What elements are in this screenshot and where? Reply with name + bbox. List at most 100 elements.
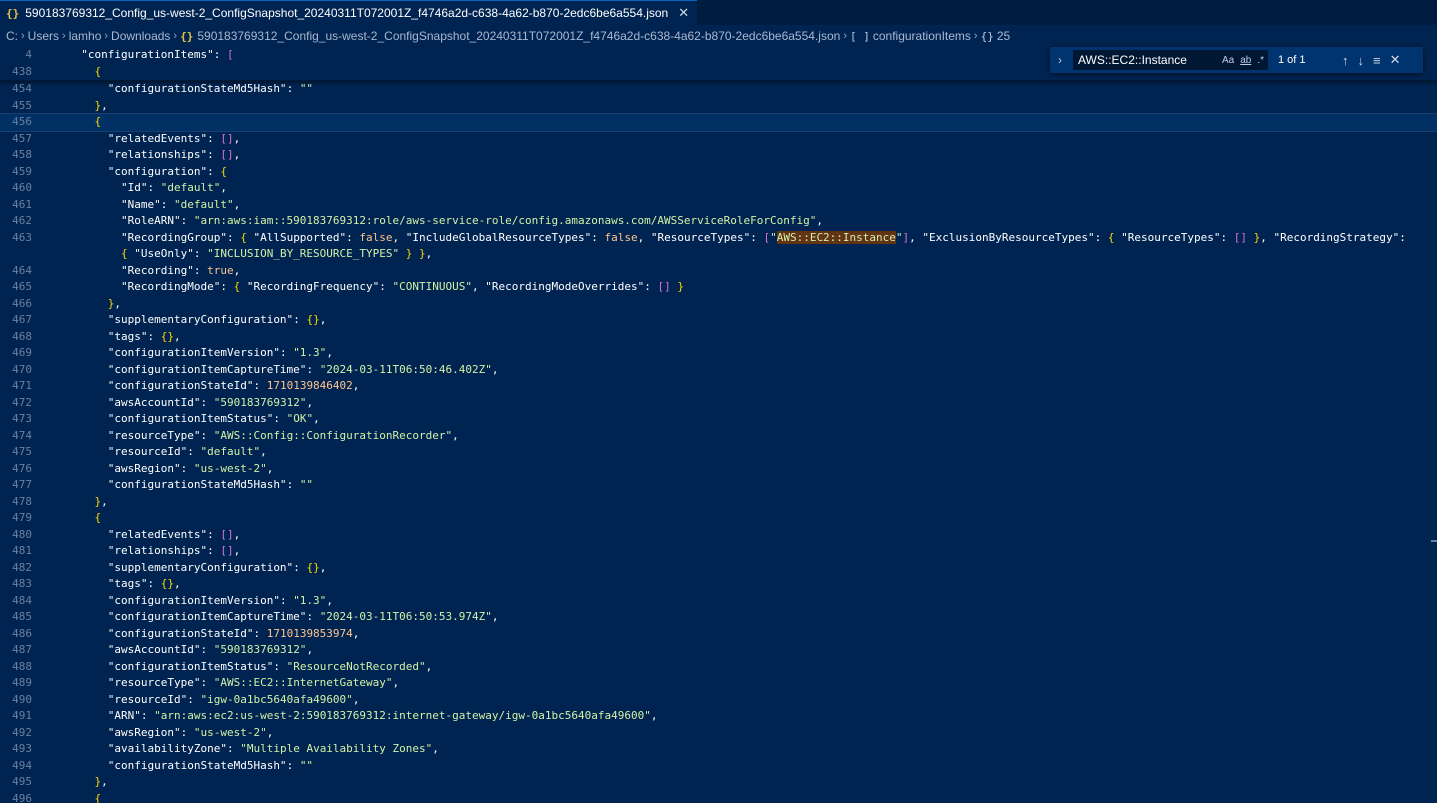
code-text[interactable]: }, (68, 494, 108, 511)
code-text[interactable]: "configurationItemStatus": "ResourceNotR… (68, 659, 433, 676)
code-line[interactable]: 459 "configuration": { (0, 164, 1437, 181)
code-line[interactable]: 480 "relatedEvents": [], (0, 527, 1437, 544)
code-line[interactable]: 469 "configurationItemVersion": "1.3", (0, 345, 1437, 362)
code-line[interactable]: 467 "supplementaryConfiguration": {}, (0, 312, 1437, 329)
tab-title[interactable]: 590183769312_Config_us-west-2_ConfigSnap… (25, 6, 668, 20)
code-text[interactable]: "configurationItemVersion": "1.3", (68, 345, 333, 362)
next-match-icon[interactable]: ↓ (1358, 53, 1365, 68)
code-text[interactable]: { "UseOnly": "INCLUSION_BY_RESOURCE_TYPE… (68, 246, 432, 263)
code-text[interactable]: "supplementaryConfiguration": {}, (68, 560, 327, 577)
code-line[interactable]: 493 "availabilityZone": "Multiple Availa… (0, 741, 1437, 758)
code-text[interactable]: "resourceId": "default", (68, 444, 267, 461)
editor-tab[interactable]: {} 590183769312_Config_us-west-2_ConfigS… (0, 0, 698, 25)
code-text[interactable]: "relatedEvents": [], (68, 131, 240, 148)
code-line[interactable]: 475 "resourceId": "default", (0, 444, 1437, 461)
find-input[interactable]: AWS::EC2::Instance Aa ab .* (1073, 50, 1268, 70)
code-line[interactable]: 455 }, (0, 98, 1437, 115)
code-text[interactable]: { (68, 64, 102, 81)
code-text[interactable]: "resourceType": "AWS::Config::Configurat… (68, 428, 459, 445)
code-line[interactable]: 484 "configurationItemVersion": "1.3", (0, 593, 1437, 610)
previous-match-icon[interactable]: ↑ (1342, 53, 1349, 68)
code-text[interactable]: "relatedEvents": [], (68, 527, 240, 544)
code-line[interactable]: 465 "RecordingMode": { "RecordingFrequen… (0, 279, 1437, 296)
code-line[interactable]: 487 "awsAccountId": "590183769312", (0, 642, 1437, 659)
breadcrumb-item-downloads[interactable]: Downloads (111, 29, 170, 43)
code-line[interactable]: 496 { (0, 791, 1437, 803)
code-text[interactable]: "configurationItemCaptureTime": "2024-03… (68, 362, 499, 379)
code-text[interactable]: { (68, 114, 102, 131)
code-text[interactable]: "Id": "default", (68, 180, 227, 197)
code-line[interactable]: 490 "resourceId": "igw-0a1bc5640afa49600… (0, 692, 1437, 709)
code-line[interactable]: 492 "awsRegion": "us-west-2", (0, 725, 1437, 742)
code-text[interactable]: "configurationItems": [ (68, 47, 233, 64)
code-text[interactable]: "tags": {}, (68, 329, 181, 346)
code-text[interactable]: { (68, 791, 102, 803)
code-text[interactable]: "supplementaryConfiguration": {}, (68, 312, 327, 329)
code-text[interactable]: "configurationItemStatus": "OK", (68, 411, 320, 428)
code-text[interactable]: "configurationItemVersion": "1.3", (68, 593, 333, 610)
code-line[interactable]: 454 "configurationStateMd5Hash": "" (0, 81, 1437, 98)
code-line[interactable]: 461 "Name": "default", (0, 197, 1437, 214)
code-line[interactable]: 479 { (0, 510, 1437, 527)
whole-word-icon[interactable]: ab (1240, 55, 1251, 66)
code-line[interactable]: 476 "awsRegion": "us-west-2", (0, 461, 1437, 478)
code-line[interactable]: 472 "awsAccountId": "590183769312", (0, 395, 1437, 412)
code-line[interactable]: 474 "resourceType": "AWS::Config::Config… (0, 428, 1437, 445)
code-text[interactable]: "relationships": [], (68, 543, 240, 560)
breadcrumb-item-file[interactable]: 590183769312_Config_us-west-2_ConfigSnap… (197, 29, 840, 43)
code-text[interactable]: "RoleARN": "arn:aws:iam::590183769312:ro… (68, 213, 823, 230)
code-text[interactable]: "awsRegion": "us-west-2", (68, 725, 274, 742)
code-text[interactable]: "ARN": "arn:aws:ec2:us-west-2:5901837693… (68, 708, 658, 725)
code-text[interactable]: "awsAccountId": "590183769312", (68, 642, 313, 659)
find-query[interactable]: AWS::EC2::Instance (1078, 53, 1187, 67)
code-line[interactable]: 485 "configurationItemCaptureTime": "202… (0, 609, 1437, 626)
toggle-replace-icon[interactable]: › (1053, 53, 1067, 67)
code-text[interactable]: "configurationStateId": 1710139846402, (68, 378, 360, 395)
code-line[interactable]: 477 "configurationStateMd5Hash": "" (0, 477, 1437, 494)
close-icon[interactable]: ✕ (1390, 52, 1401, 68)
code-line[interactable]: 466 }, (0, 296, 1437, 313)
code-text[interactable]: { (68, 510, 102, 527)
code-text[interactable]: "awsAccountId": "590183769312", (68, 395, 313, 412)
code-line[interactable]: 495 }, (0, 774, 1437, 791)
code-line[interactable]: 478 }, (0, 494, 1437, 511)
regex-icon[interactable]: .* (1257, 55, 1264, 66)
code-line[interactable]: 457 "relatedEvents": [], (0, 131, 1437, 148)
code-text[interactable]: "Recording": true, (68, 263, 240, 280)
code-text[interactable]: "RecordingGroup": { "AllSupported": fals… (68, 230, 1406, 247)
code-line[interactable]: 488 "configurationItemStatus": "Resource… (0, 659, 1437, 676)
find-in-selection-icon[interactable]: ≡ (1373, 53, 1381, 68)
code-text[interactable]: }, (68, 296, 121, 313)
code-line[interactable]: 489 "resourceType": "AWS::EC2::InternetG… (0, 675, 1437, 692)
code-editor[interactable]: 4 "configurationItems": [438 {454 "confi… (0, 47, 1437, 803)
code-line[interactable]: 470 "configurationItemCaptureTime": "202… (0, 362, 1437, 379)
breadcrumb-item-users[interactable]: Users (28, 29, 59, 43)
code-text[interactable]: "configuration": { (68, 164, 227, 181)
code-text[interactable]: "configurationStateMd5Hash": "" (68, 758, 313, 775)
code-text[interactable]: "configurationStateMd5Hash": "" (68, 81, 313, 98)
code-text[interactable]: "awsRegion": "us-west-2", (68, 461, 274, 478)
code-line[interactable]: 473 "configurationItemStatus": "OK", (0, 411, 1437, 428)
code-line[interactable]: 456 { (0, 113, 1437, 132)
code-line[interactable]: 462 "RoleARN": "arn:aws:iam::59018376931… (0, 213, 1437, 230)
match-case-icon[interactable]: Aa (1222, 55, 1234, 66)
code-line[interactable]: 486 "configurationStateId": 171013985397… (0, 626, 1437, 643)
breadcrumb-item-object[interactable]: 25 (997, 29, 1010, 43)
code-line[interactable]: 491 "ARN": "arn:aws:ec2:us-west-2:590183… (0, 708, 1437, 725)
code-line[interactable]: 460 "Id": "default", (0, 180, 1437, 197)
breadcrumb-item-array[interactable]: configurationItems (873, 29, 971, 43)
code-line[interactable]: 458 "relationships": [], (0, 147, 1437, 164)
code-text[interactable]: "availabilityZone": "Multiple Availabili… (68, 741, 439, 758)
breadcrumb-item-drive[interactable]: C: (6, 29, 18, 43)
code-text[interactable]: "RecordingMode": { "RecordingFrequency":… (68, 279, 684, 296)
code-line[interactable]: 464 "Recording": true, (0, 263, 1437, 280)
code-text[interactable]: "tags": {}, (68, 576, 181, 593)
code-line[interactable]: 481 "relationships": [], (0, 543, 1437, 560)
code-text[interactable]: "resourceId": "igw-0a1bc5640afa49600", (68, 692, 360, 709)
code-text[interactable]: }, (68, 98, 108, 115)
code-text[interactable]: "configurationStateId": 1710139853974, (68, 626, 360, 643)
code-text[interactable]: "relationships": [], (68, 147, 240, 164)
code-line[interactable]: 494 "configurationStateMd5Hash": "" (0, 758, 1437, 775)
breadcrumb-item-user[interactable]: lamho (69, 29, 102, 43)
code-line[interactable]: 482 "supplementaryConfiguration": {}, (0, 560, 1437, 577)
